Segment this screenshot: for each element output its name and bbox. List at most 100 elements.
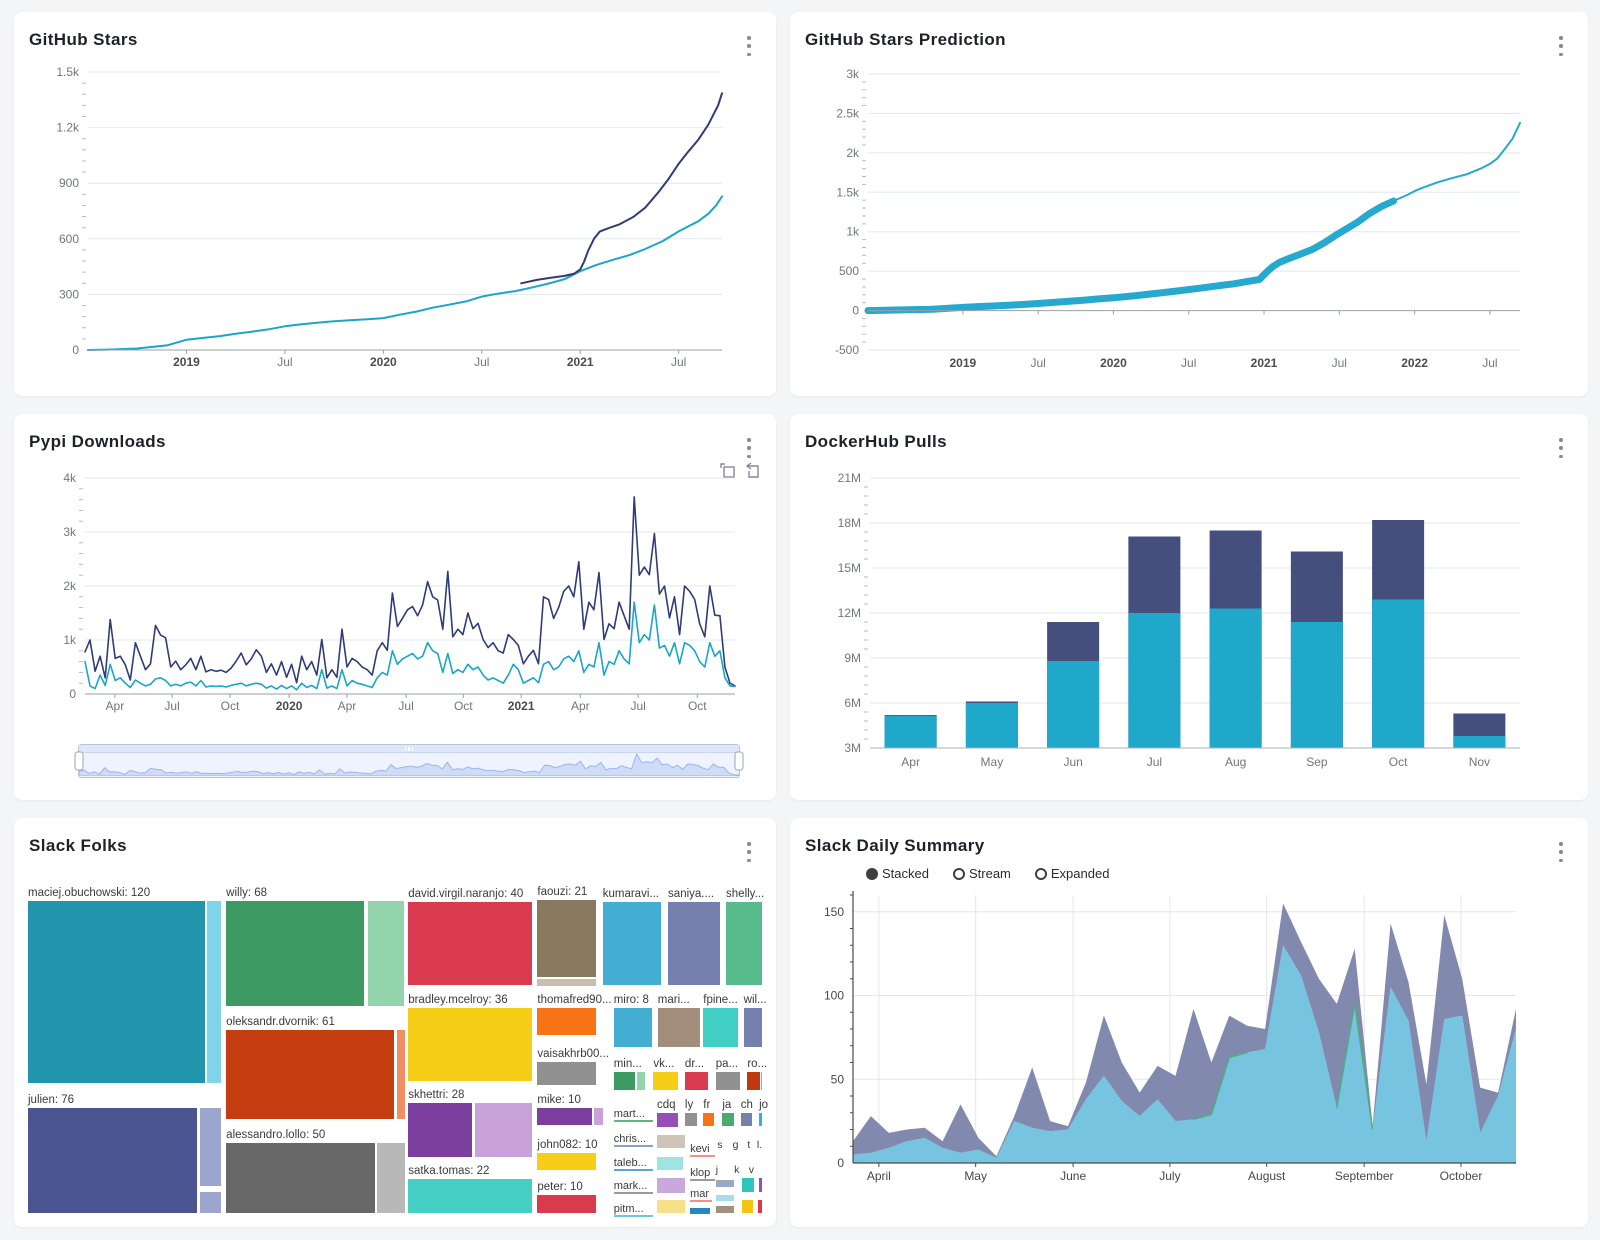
treemap-cell[interactable] — [28, 1108, 197, 1213]
treemap-cell-label[interactable]: mark... — [614, 1180, 654, 1194]
treemap-cell[interactable] — [397, 1030, 404, 1119]
treemap-cell[interactable] — [657, 1178, 685, 1193]
treemap-cell[interactable] — [408, 1179, 532, 1213]
treemap-cell[interactable] — [200, 1108, 221, 1186]
svg-text:Jul: Jul — [474, 355, 489, 369]
treemap-cell-label[interactable]: mart... — [614, 1108, 654, 1122]
treemap-cell[interactable] — [226, 901, 364, 1006]
treemap-cell[interactable] — [703, 1008, 738, 1047]
treemap-cell-label: ro... — [747, 1058, 767, 1071]
treemap-cell[interactable] — [408, 1008, 532, 1081]
treemap-cell[interactable] — [537, 1108, 591, 1125]
treemap-cell[interactable] — [690, 1208, 710, 1214]
treemap-cell[interactable] — [657, 1200, 685, 1213]
treemap-cell[interactable] — [408, 1103, 472, 1157]
treemap-cell[interactable] — [377, 1143, 404, 1213]
treemap-cell-label[interactable]: mar — [690, 1188, 712, 1202]
treemap-cell[interactable] — [537, 900, 596, 977]
svg-text:April: April — [867, 1169, 891, 1183]
treemap-cell-label[interactable]: g — [733, 1140, 739, 1151]
treemap-cell-label: john082: 10 — [537, 1139, 597, 1152]
treemap-cell-label[interactable]: pitm... — [614, 1203, 654, 1217]
treemap-cell[interactable] — [537, 1195, 596, 1213]
treemap-cell[interactable] — [758, 1200, 762, 1213]
treemap-cell[interactable] — [226, 1143, 375, 1213]
treemap-cell[interactable] — [657, 1135, 685, 1148]
treemap-cell[interactable] — [741, 1113, 753, 1126]
treemap-cell[interactable] — [742, 1200, 753, 1213]
treemap-cell[interactable] — [594, 1108, 603, 1125]
slider-handle-right[interactable] — [735, 752, 744, 771]
treemap-cell[interactable] — [653, 1072, 678, 1090]
github-stars-chart[interactable]: 03006009001.2k1.5k2019Jul2020Jul2021Jul — [14, 12, 776, 396]
treemap-cell-label: bradley.mcelroy: 36 — [408, 994, 508, 1007]
treemap-cell[interactable] — [722, 1113, 734, 1126]
treemap-cell[interactable] — [368, 901, 404, 1006]
github-stars-prediction-chart[interactable]: -50005001k1.5k2k2.5k3k2019Jul2020Jul2021… — [790, 12, 1588, 396]
treemap-cell[interactable] — [637, 1072, 645, 1090]
treemap-cell-label: fpine... — [703, 994, 738, 1007]
slack-daily-summary-chart[interactable]: 050100150AprilMayJuneJulyAugustSeptember… — [790, 818, 1588, 1227]
treemap-cell-label[interactable]: k — [734, 1165, 739, 1176]
treemap-cell-label: wil... — [744, 994, 767, 1007]
treemap-cell[interactable] — [408, 902, 532, 985]
treemap-cell[interactable] — [475, 1103, 532, 1157]
treemap-cell[interactable] — [614, 1008, 652, 1047]
treemap-cell-label: miro: 8 — [614, 994, 649, 1007]
datazoom-slider[interactable] — [78, 744, 740, 778]
pypi-downloads-chart[interactable]: 01k2k3k4kAprJulOct2020AprJulOct2021AprJu… — [14, 414, 776, 800]
treemap-cell[interactable] — [658, 1008, 700, 1047]
svg-text:18M: 18M — [838, 516, 861, 530]
treemap-cell[interactable] — [28, 901, 205, 1083]
treemap-cell[interactable] — [742, 1178, 754, 1192]
treemap-cell[interactable] — [668, 902, 720, 985]
treemap-cell[interactable] — [603, 902, 662, 985]
treemap-cell[interactable] — [716, 1180, 734, 1187]
treemap-cell-label[interactable]: s — [717, 1140, 722, 1151]
treemap-cell[interactable] — [537, 979, 596, 986]
treemap-cell[interactable] — [703, 1113, 713, 1126]
treemap-cell-label: julien: 76 — [28, 1094, 74, 1107]
treemap-cell[interactable] — [716, 1072, 740, 1090]
treemap-cell[interactable] — [537, 1062, 596, 1085]
treemap-cell-label: peter: 10 — [537, 1181, 582, 1194]
treemap-cell-label[interactable]: klop — [690, 1167, 715, 1181]
treemap-cell-label[interactable]: taleb... — [614, 1157, 654, 1171]
panel-slack-daily-summary: Slack Daily Summary Stacked Stream Expan… — [790, 818, 1588, 1227]
treemap-cell[interactable] — [657, 1157, 683, 1170]
treemap-cell-label[interactable]: l. — [757, 1140, 762, 1151]
treemap-cell[interactable] — [537, 1008, 596, 1035]
treemap-cell[interactable] — [657, 1113, 678, 1127]
treemap-cell-label: mike: 10 — [537, 1094, 580, 1107]
svg-text:2k: 2k — [63, 579, 77, 593]
treemap-cell-label[interactable]: v — [749, 1165, 754, 1176]
more-menu-icon[interactable] — [740, 840, 758, 864]
dockerhub-pulls-chart[interactable]: AprMayJunJulAugSepOctNov3M6M9M12M15M18M2… — [790, 414, 1588, 800]
treemap-cell[interactable] — [226, 1030, 394, 1119]
treemap-cell[interactable] — [716, 1206, 734, 1213]
svg-text:9M: 9M — [844, 651, 861, 665]
treemap-cell[interactable] — [759, 1178, 762, 1192]
slack-folks-treemap[interactable]: maciej.obuchowski: 120julien: 76willy: 6… — [28, 880, 762, 1213]
treemap-cell[interactable] — [744, 1008, 762, 1047]
treemap-cell-label[interactable]: chris... — [614, 1133, 654, 1147]
treemap-cell-label[interactable]: kevi — [690, 1143, 715, 1157]
treemap-cell[interactable] — [614, 1072, 635, 1090]
treemap-cell[interactable] — [747, 1072, 759, 1090]
svg-text:Jul: Jul — [398, 699, 413, 713]
treemap-cell-label[interactable]: j — [716, 1165, 718, 1176]
treemap-cell[interactable] — [759, 1113, 762, 1126]
treemap-cell[interactable] — [726, 902, 762, 985]
slider-handle-left[interactable] — [75, 752, 84, 771]
treemap-cell[interactable] — [207, 901, 221, 1083]
treemap-cell-label: pa... — [716, 1058, 738, 1071]
treemap-cell[interactable] — [537, 1153, 596, 1170]
svg-text:0: 0 — [69, 687, 76, 701]
treemap-cell-label[interactable]: t — [747, 1140, 750, 1151]
treemap-cell[interactable] — [685, 1113, 697, 1126]
treemap-cell[interactable] — [200, 1192, 221, 1213]
treemap-cell[interactable] — [761, 1072, 762, 1090]
treemap-cell[interactable] — [685, 1072, 708, 1090]
treemap-cell[interactable] — [716, 1195, 734, 1201]
svg-text:Oct: Oct — [1389, 755, 1408, 769]
